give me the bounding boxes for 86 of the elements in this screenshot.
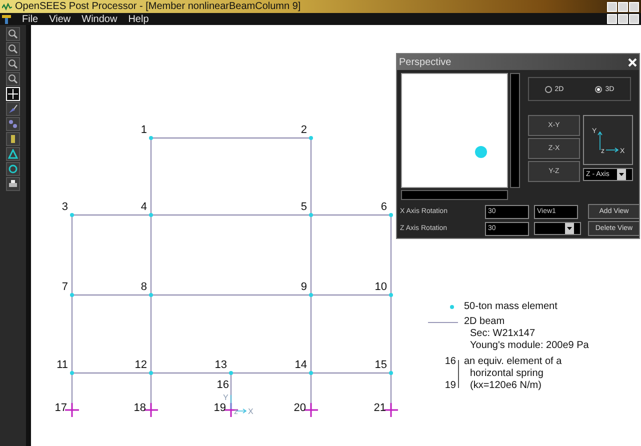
legend-text: horizontal spring <box>469 368 544 380</box>
mass-dot <box>70 293 74 297</box>
node-label: 19 <box>444 380 457 392</box>
legend-text: (kx=120e6 N/m) <box>469 380 542 392</box>
menu-item[interactable]: File <box>22 14 38 24</box>
node-icon <box>8 119 18 129</box>
node-label: 4 <box>140 201 147 213</box>
mass-dot <box>149 371 153 375</box>
mass-dot <box>450 305 454 309</box>
node-label: 1 <box>140 124 147 136</box>
beam-line <box>428 322 458 323</box>
axis-label: Y <box>223 393 228 402</box>
mass-dot <box>70 371 74 375</box>
zoom-icon <box>8 59 18 69</box>
zoom-icon <box>8 44 18 54</box>
support-icon <box>65 403 79 417</box>
node-label: 8 <box>140 281 147 293</box>
menu-item[interactable]: Window <box>82 14 118 24</box>
legend-text: Young's module: 200e9 Pa <box>469 340 589 352</box>
node-label: 3 <box>62 201 68 213</box>
node-label: 9 <box>300 281 307 293</box>
legend-text: an equiv. element of a <box>464 356 563 368</box>
mass-dot <box>475 146 487 158</box>
node-label: 14 <box>294 359 307 371</box>
node-label: 6 <box>380 201 387 213</box>
zoom-icon <box>8 74 18 84</box>
node-label: 16 <box>216 379 229 391</box>
mass-dot <box>229 371 233 375</box>
node-label: 11 <box>56 359 68 371</box>
node-label: 18 <box>134 402 146 414</box>
mass-dot <box>389 293 393 297</box>
horizontal-scrollbar[interactable] <box>401 190 508 200</box>
mass-dot <box>389 213 393 217</box>
support-icon <box>144 403 158 417</box>
node-label: 7 <box>62 281 68 293</box>
node-label: 5 <box>300 201 307 213</box>
tool-button[interactable] <box>6 42 20 56</box>
mass-dot <box>389 371 393 375</box>
tool-button[interactable] <box>6 57 20 71</box>
triangle-icon <box>8 149 18 159</box>
close-icon[interactable] <box>628 58 637 66</box>
printer-icon <box>8 179 18 189</box>
zoom-icon <box>8 29 18 39</box>
tool-button[interactable] <box>6 27 20 41</box>
view-dropdown[interactable] <box>534 222 581 235</box>
node-label: 13 <box>214 359 227 371</box>
dropdown-arrow-icon <box>619 173 624 176</box>
vertical-scrollbar[interactable] <box>510 73 520 188</box>
axis-label: X <box>248 407 254 416</box>
element-icon <box>8 134 18 144</box>
node-label: 10 <box>374 281 387 293</box>
node-label: 20 <box>294 402 306 414</box>
axis-icon <box>230 394 247 414</box>
node-label: 21 <box>374 402 386 414</box>
node-label: 19 <box>214 402 226 414</box>
node-label: 16 <box>444 356 457 368</box>
mass-dot <box>309 136 313 140</box>
legend-text: Sec: W21x147 <box>469 328 536 340</box>
node-label: 2 <box>300 124 307 136</box>
window-title: OpenSEES Post Processor - [Member nonlinearBeamColumn 9] <box>15 1 302 12</box>
dropdown-arrow-icon <box>567 227 572 230</box>
circle-icon <box>8 164 18 174</box>
legend-text: 2D beam <box>464 316 506 328</box>
menu-item[interactable]: View <box>49 14 71 24</box>
brush-icon <box>8 104 18 114</box>
mass-dot <box>309 293 313 297</box>
panel-title: Perspective <box>399 56 452 68</box>
mass-dot <box>149 213 153 217</box>
support-icon <box>384 403 398 417</box>
menu-item[interactable]: Help <box>128 14 149 24</box>
node-label: 15 <box>374 359 387 371</box>
tool-button[interactable] <box>6 72 20 86</box>
mass-dot <box>309 213 313 217</box>
spring-line <box>458 360 459 388</box>
document-icon <box>2 14 11 24</box>
mass-dot <box>149 136 153 140</box>
crosshair-icon <box>8 89 18 99</box>
mass-dot <box>309 371 313 375</box>
legend-text: 50-ton mass element <box>464 301 558 312</box>
mass-dot <box>70 213 74 217</box>
tool-button[interactable] <box>6 177 20 191</box>
mass-dot <box>149 293 153 297</box>
support-icon <box>304 403 318 417</box>
node-label: 17 <box>54 402 67 414</box>
app-icon <box>2 2 12 10</box>
node-label: 12 <box>134 359 147 371</box>
